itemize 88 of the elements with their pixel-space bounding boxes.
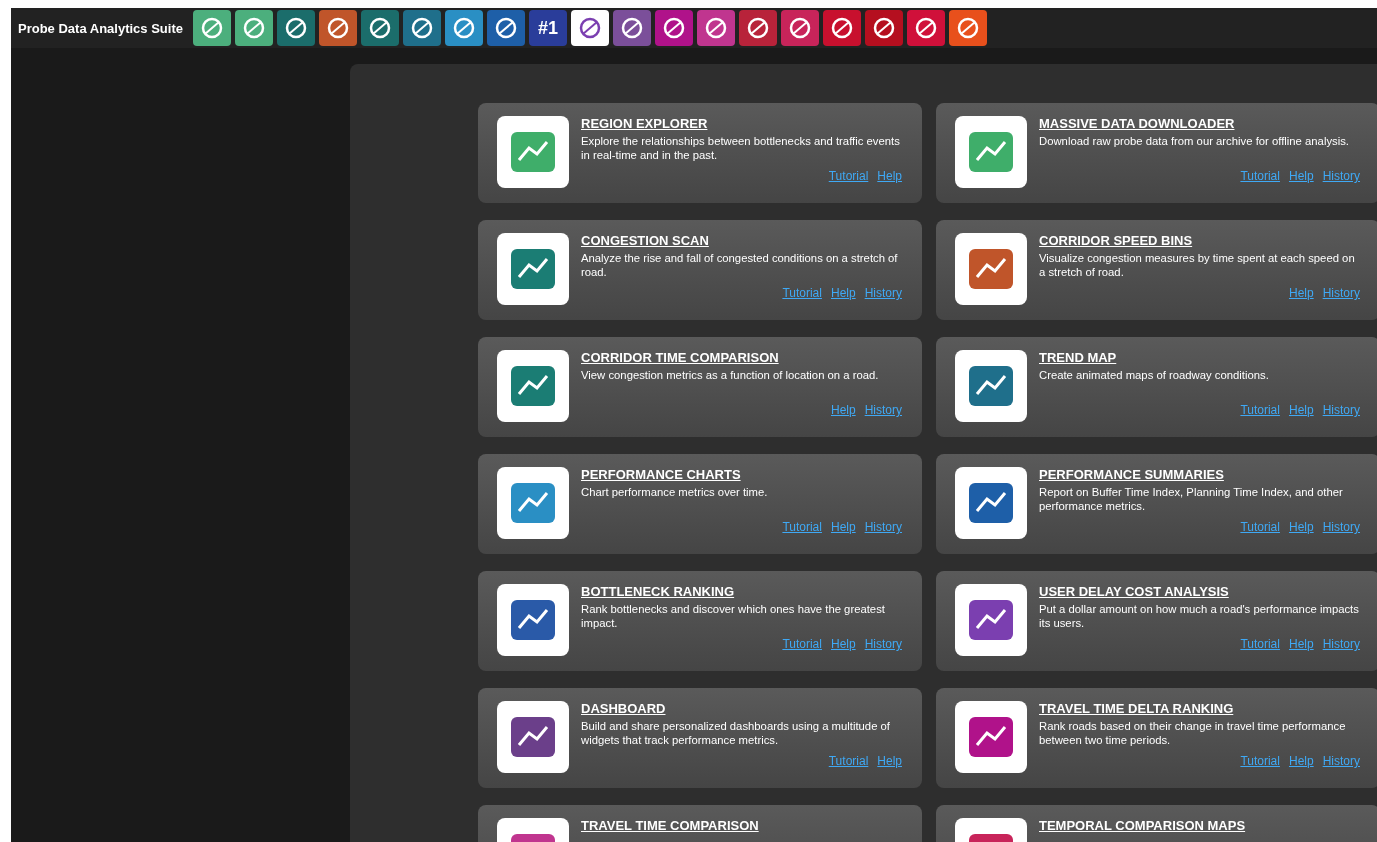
toolbar-tool-icon[interactable] [864, 10, 903, 46]
tool-icon[interactable] [955, 350, 1027, 422]
tool-link[interactable]: History [864, 286, 902, 300]
toolbar-tool-icon[interactable] [402, 10, 441, 46]
tool-link[interactable]: Help [830, 520, 856, 534]
tool-title-link[interactable]: TRAVEL TIME COMPARISON [581, 818, 759, 833]
tool-link[interactable]: Help [877, 169, 902, 183]
toolbar-tool-icon[interactable] [738, 10, 777, 46]
tool-title-link[interactable]: BOTTLENECK RANKING [581, 584, 735, 599]
tool-link[interactable]: Help [877, 754, 902, 768]
tool-link[interactable]: History [1322, 520, 1360, 534]
tool-title-link[interactable]: DASHBOARD [581, 701, 666, 716]
tool-title-link[interactable]: TEMPORAL COMPARISON MAPS [1039, 818, 1246, 833]
tool-description: Explore the relationships between bottlenecks and traffic events in real-time and in the past. [581, 134, 901, 162]
tool-icon[interactable] [497, 467, 569, 539]
tool-link[interactable]: Help [830, 403, 856, 417]
toolbar-tool-icon[interactable] [318, 10, 357, 46]
toolbar-tool-icon[interactable] [570, 10, 609, 46]
tool-description: Rank bottlenecks and discover which ones have the greatest impact. [581, 602, 886, 630]
tool-title-link[interactable]: PERFORMANCE CHARTS [581, 467, 741, 482]
tool-description: Build and share personalized dashboards using a multitude of widgets that track performance metrics. [581, 719, 891, 747]
toolbar-tool-icon[interactable] [822, 10, 861, 46]
tool-link[interactable]: Tutorial [782, 520, 822, 534]
tool-description: Report on Buffer Time Index, Planning Time Index, and other performance metrics. [1039, 485, 1344, 513]
tool-link[interactable]: History [864, 403, 902, 417]
tool-title-link[interactable]: TREND MAP [1039, 350, 1117, 365]
tool-description: Download raw probe data from our archive for offline analysis. [1039, 134, 1350, 149]
toolbar-button[interactable]: #1 [528, 10, 567, 46]
tool-description: Put a dollar amount on how much a road's performance impacts its users. [1039, 602, 1360, 630]
tool-icon[interactable] [497, 350, 569, 422]
tool-title-link[interactable]: MASSIVE DATA DOWNLOADER [1039, 116, 1235, 131]
tool-link[interactable]: Tutorial [828, 169, 869, 183]
tool-title-link[interactable]: CORRIDOR TIME COMPARISON [581, 350, 779, 365]
tool-description: Rank roads based on their change in travel time performance between two time periods. [1039, 719, 1347, 747]
tool-link[interactable]: Tutorial [1240, 520, 1280, 534]
toolbar-tool-icon[interactable] [192, 10, 231, 46]
tool-title-link[interactable]: REGION EXPLORER [581, 116, 708, 131]
tool-icon[interactable] [955, 467, 1027, 539]
tool-link[interactable]: Help [830, 286, 856, 300]
toolbar-tool-icon[interactable] [780, 10, 819, 46]
tool-link[interactable]: History [864, 520, 902, 534]
tool-icon[interactable] [497, 233, 569, 305]
toolbar-tool-icon[interactable] [906, 10, 945, 46]
tool-title-link[interactable]: CORRIDOR SPEED BINS [1039, 233, 1193, 248]
tool-description: View congestion metrics as a function of location on a road. [581, 368, 880, 383]
tool-description: Analyze the rise and fall of congested conditions on a stretch of road. [581, 251, 899, 279]
tool-link[interactable]: History [1322, 754, 1360, 768]
tool-link[interactable]: Help [1288, 754, 1314, 768]
toolbar-tool-icon[interactable] [444, 10, 483, 46]
tool-link[interactable]: Help [1288, 403, 1314, 417]
tool-link[interactable]: Tutorial [1240, 403, 1280, 417]
toolbar-tool-icon[interactable] [234, 10, 273, 46]
tool-title-link[interactable]: TRAVEL TIME DELTA RANKING [1039, 701, 1234, 716]
tool-link[interactable]: Help [1288, 286, 1314, 300]
tool-link[interactable]: Help [1288, 169, 1314, 183]
tool-link[interactable]: Tutorial [1240, 754, 1280, 768]
tool-title-link[interactable]: USER DELAY COST ANALYSIS [1039, 584, 1229, 599]
tool-link[interactable]: History [1322, 637, 1360, 651]
tool-icon[interactable] [497, 701, 569, 773]
tool-icon[interactable] [955, 584, 1027, 656]
tool-link[interactable]: Help [1288, 520, 1314, 534]
tool-link[interactable]: Tutorial [828, 754, 869, 768]
tool-icon[interactable] [955, 701, 1027, 773]
tool-link[interactable]: Tutorial [782, 286, 822, 300]
toolbar-tool-icon[interactable] [696, 10, 735, 46]
tool-link[interactable]: History [1322, 169, 1360, 183]
tool-description: Create animated maps of roadway conditions. [1039, 368, 1270, 383]
toolbar-tool-icon[interactable] [486, 10, 525, 46]
toolbar-tool-icon[interactable] [360, 10, 399, 46]
tool-description: Chart performance metrics over time. [581, 485, 769, 500]
tool-link[interactable]: History [1322, 286, 1360, 300]
toolbar-tool-icon[interactable] [276, 10, 315, 46]
tool-link[interactable]: History [1322, 403, 1360, 417]
tool-title-link[interactable]: PERFORMANCE SUMMARIES [1039, 467, 1224, 482]
tool-link[interactable]: Help [830, 637, 856, 651]
tool-link[interactable]: Help [1288, 637, 1314, 651]
app-title: Probe Data Analytics Suite [18, 20, 183, 36]
toolbar-tool-icon[interactable] [948, 10, 987, 46]
tool-link[interactable]: Tutorial [782, 637, 822, 651]
tool-icon[interactable] [955, 233, 1027, 305]
toolbar-tool-icon[interactable] [654, 10, 693, 46]
toolbar-tool-icon[interactable] [612, 10, 651, 46]
tool-link[interactable]: Tutorial [1240, 637, 1280, 651]
tool-title-link[interactable]: CONGESTION SCAN [581, 233, 709, 248]
tool-link[interactable]: Tutorial [1240, 169, 1280, 183]
tool-icon[interactable] [497, 584, 569, 656]
tool-link[interactable]: History [864, 637, 902, 651]
tool-description: Visualize congestion measures by time spent at each speed on a stretch of road. [1039, 251, 1356, 279]
